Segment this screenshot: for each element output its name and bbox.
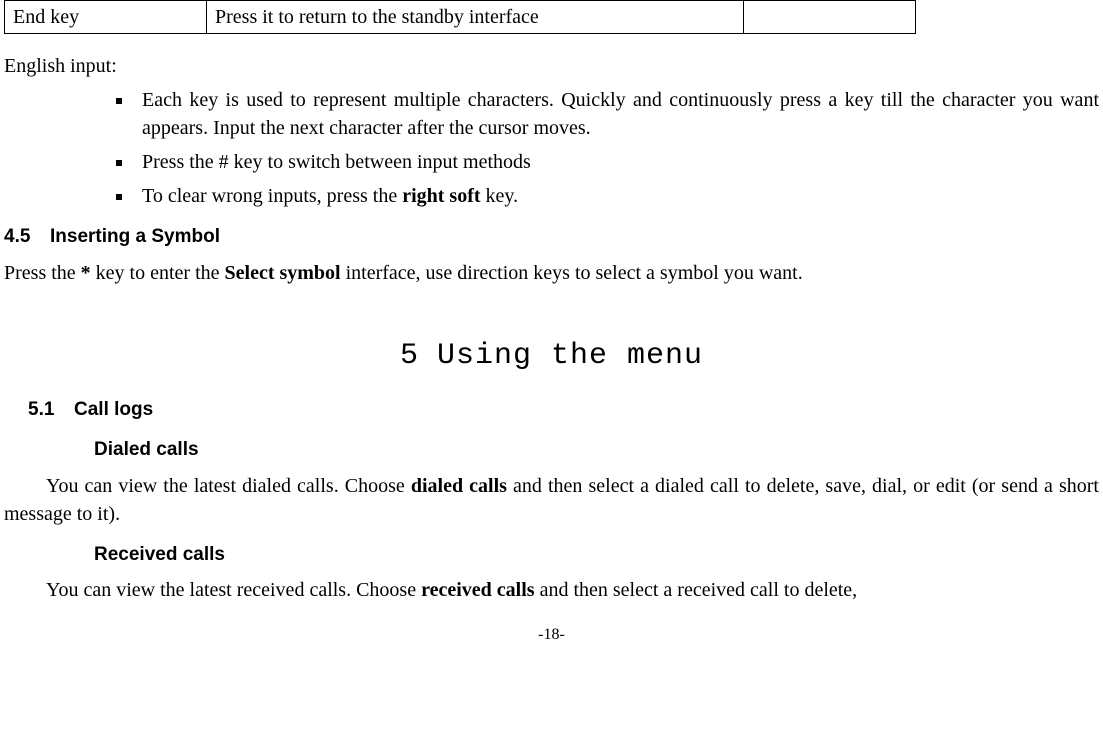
table-cell-empty bbox=[744, 1, 916, 34]
text-fragment: You can view the latest received calls. … bbox=[46, 579, 421, 601]
english-input-list: Each key is used to represent multiple c… bbox=[4, 86, 1099, 210]
section-title: Call logs bbox=[74, 399, 153, 420]
chapter-number: 5 bbox=[400, 339, 419, 373]
section-5-1-heading: 5.1Call logs bbox=[28, 397, 1099, 424]
received-calls-body: You can view the latest received calls. … bbox=[4, 576, 1099, 604]
list-item: Each key is used to represent multiple c… bbox=[134, 86, 1099, 142]
table-cell-desc: Press it to return to the standby interf… bbox=[207, 1, 744, 34]
table-cell-key: End key bbox=[5, 1, 207, 34]
text-fragment: key. bbox=[481, 185, 519, 207]
list-item: To clear wrong inputs, press the right s… bbox=[134, 182, 1099, 210]
dialed-calls-body: You can view the latest dialed calls. Ch… bbox=[4, 472, 1099, 528]
english-input-label: English input: bbox=[4, 52, 1099, 80]
dialed-calls-heading: Dialed calls bbox=[94, 437, 1099, 464]
text-fragment: interface, use direction keys to select … bbox=[341, 262, 803, 284]
bold-text: received calls bbox=[421, 579, 534, 601]
section-4-5-heading: 4.5Inserting a Symbol bbox=[4, 224, 1099, 251]
text-fragment: and then select a received call to delet… bbox=[535, 579, 858, 601]
bold-text: right soft bbox=[402, 185, 480, 207]
section-number: 5.1 bbox=[28, 397, 74, 424]
bold-text: * bbox=[81, 262, 91, 284]
section-4-5-body: Press the * key to enter the Select symb… bbox=[4, 259, 1099, 287]
text-fragment: To clear wrong inputs, press the bbox=[142, 185, 402, 207]
received-calls-heading: Received calls bbox=[94, 542, 1099, 569]
text-fragment: You can view the latest dialed calls. Ch… bbox=[46, 475, 411, 497]
list-item: Press the # key to switch between input … bbox=[134, 148, 1099, 176]
section-number: 4.5 bbox=[4, 224, 50, 251]
chapter-5-heading: 5 Using the menu bbox=[4, 335, 1099, 377]
chapter-title: Using the menu bbox=[437, 339, 703, 373]
section-title: Inserting a Symbol bbox=[50, 226, 220, 247]
text-fragment: Press the bbox=[4, 262, 81, 284]
page-number: -18- bbox=[4, 624, 1099, 646]
bold-text: dialed calls bbox=[411, 475, 507, 497]
text-fragment: key to enter the bbox=[91, 262, 225, 284]
key-table: End key Press it to return to the standb… bbox=[4, 0, 916, 34]
bold-text: Select symbol bbox=[225, 262, 341, 284]
table-row: End key Press it to return to the standb… bbox=[5, 1, 916, 34]
